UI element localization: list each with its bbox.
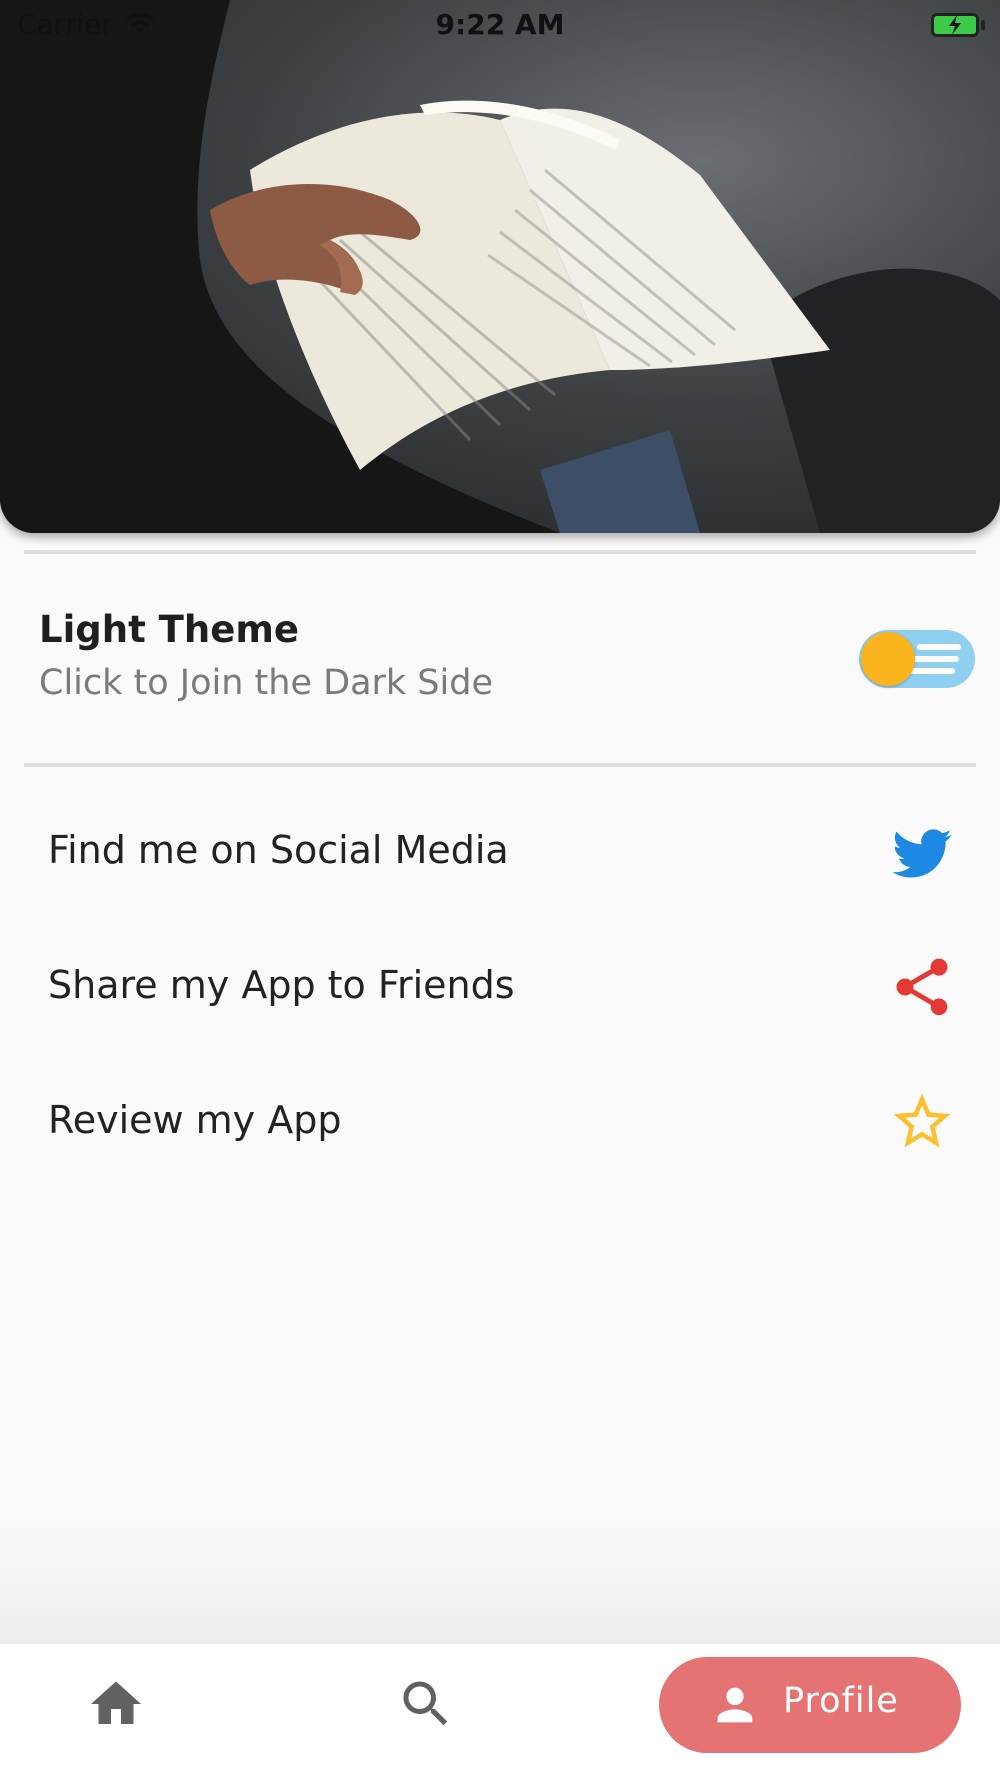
bottom-fade xyxy=(0,1520,1000,1644)
status-bar: Carrier 9:22 AM xyxy=(0,0,1000,50)
battery-charging-icon xyxy=(930,12,986,45)
person-icon xyxy=(717,1687,753,1723)
clock-time: 9:22 AM xyxy=(435,8,565,41)
reading-book-illustration xyxy=(0,0,1000,533)
list-item-label: Review my App xyxy=(48,1098,342,1142)
share-icon xyxy=(896,958,948,1016)
list-item-label: Share my App to Friends xyxy=(48,963,515,1007)
list-item-share-app[interactable]: Share my App to Friends xyxy=(0,927,1000,1047)
header-photo xyxy=(0,0,1000,533)
search-icon xyxy=(403,1681,448,1726)
home-icon xyxy=(91,1681,141,1724)
list-item-label: Find me on Social Media xyxy=(48,828,509,872)
toggle-stripe xyxy=(917,644,961,650)
nav-profile-label: Profile xyxy=(783,1681,899,1721)
toggle-stripe xyxy=(909,656,959,662)
list-item-social-media[interactable]: Find me on Social Media xyxy=(0,792,1000,912)
star-outline-icon xyxy=(893,1093,951,1148)
divider xyxy=(24,763,976,767)
theme-subtitle: Click to Join the Dark Side xyxy=(39,663,493,703)
bottom-navigation-bar: Profile xyxy=(0,1644,1000,1778)
theme-toggle-switch[interactable] xyxy=(859,630,975,688)
theme-title: Light Theme xyxy=(39,608,299,651)
toggle-knob-sun xyxy=(861,632,915,686)
nav-home-button[interactable] xyxy=(86,1674,146,1734)
nav-search-button[interactable] xyxy=(396,1674,456,1734)
twitter-icon xyxy=(892,829,952,878)
nav-profile-button[interactable]: Profile xyxy=(659,1657,961,1753)
theme-setting-row[interactable]: Light Theme Click to Join the Dark Side xyxy=(0,590,1000,720)
divider xyxy=(24,550,976,554)
list-item-review-app[interactable]: Review my App xyxy=(0,1062,1000,1182)
